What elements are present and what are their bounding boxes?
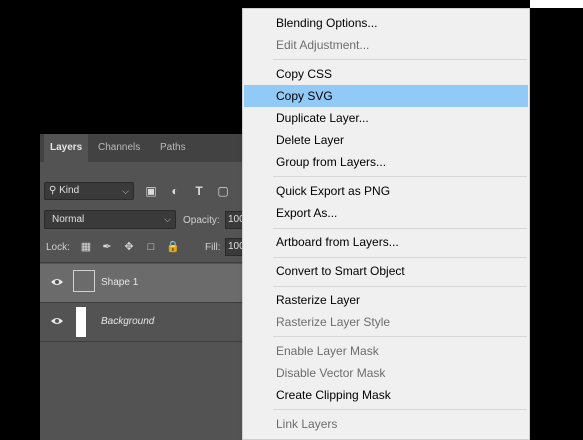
- menu-separator: [273, 59, 527, 60]
- chevron-down-icon: ⌵: [122, 186, 129, 196]
- shape-filter-icon[interactable]: ▢: [216, 184, 230, 198]
- shape-layer-thumbnail-icon: [73, 270, 95, 292]
- menu-item-enable-layer-mask: Enable Layer Mask: [276, 344, 379, 358]
- tab-channels[interactable]: Channels: [98, 134, 140, 162]
- lock-position-icon[interactable]: ✥: [122, 240, 136, 254]
- layer-name: Shape 1: [101, 277, 139, 288]
- lock-artboard-icon[interactable]: □: [144, 240, 158, 254]
- layer-name: Background: [101, 316, 155, 327]
- chevron-down-icon: ⌵: [164, 214, 171, 224]
- layer-row-shape-1[interactable]: Shape 1: [40, 264, 270, 302]
- background-layer-thumbnail: [76, 307, 86, 337]
- menu-item-link-layers: Link Layers: [276, 417, 338, 431]
- menu-separator: [273, 228, 527, 229]
- search-icon: ⚲: [49, 185, 57, 196]
- menu-item-artboard-from-layers[interactable]: Artboard from Layers...: [244, 231, 528, 253]
- canvas-edge: [530, 0, 583, 8]
- blend-mode-select[interactable]: Normal ⌵: [44, 210, 176, 229]
- menu-item-rasterize-layer[interactable]: Rasterize Layer: [244, 289, 528, 311]
- type-filter-icon[interactable]: T: [192, 184, 206, 198]
- menu-separator: [273, 286, 527, 287]
- menu-separator: [273, 257, 527, 258]
- layer-row-background[interactable]: Background: [40, 303, 270, 341]
- adjustment-filter-icon[interactable]: ◐: [168, 184, 182, 198]
- menu-item-blending-options[interactable]: Blending Options...: [244, 12, 528, 34]
- layer-context-menu: Blending Options... Edit Adjustment... C…: [242, 8, 530, 440]
- menu-item-disable-vector-mask: Disable Vector Mask: [276, 366, 386, 380]
- filter-kind-label: Kind: [59, 185, 80, 196]
- layers-panel: Layers Channels Paths ⚲ Kind ⌵ ▣ ◐ T ▢ N…: [40, 134, 270, 440]
- tab-paths[interactable]: Paths: [160, 134, 186, 162]
- eye-icon[interactable]: [50, 316, 64, 326]
- opacity-label: Opacity:: [183, 215, 220, 226]
- menu-item-convert-to-smart-object[interactable]: Convert to Smart Object: [244, 260, 528, 282]
- menu-separator: [273, 409, 527, 410]
- menu-item-delete-layer[interactable]: Delete Layer: [244, 129, 528, 151]
- eye-icon[interactable]: [50, 277, 64, 287]
- menu-item-copy-svg[interactable]: Copy SVG: [244, 85, 528, 107]
- menu-separator: [273, 176, 527, 177]
- menu-item-export-as[interactable]: Export As...: [244, 202, 528, 224]
- menu-item-quick-export-png[interactable]: Quick Export as PNG: [244, 180, 528, 202]
- pixel-filter-icon[interactable]: ▣: [144, 184, 158, 198]
- menu-separator: [273, 336, 527, 337]
- menu-item-group-from-layers[interactable]: Group from Layers...: [244, 151, 528, 173]
- divider: [40, 341, 270, 342]
- blend-mode-value: Normal: [52, 214, 85, 225]
- fill-label: Fill:: [205, 242, 221, 253]
- menu-item-rasterize-layer-style: Rasterize Layer Style: [276, 315, 391, 329]
- lock-label: Lock:: [46, 242, 70, 253]
- divider: [40, 262, 270, 263]
- lock-all-icon[interactable]: 🔒: [166, 240, 180, 254]
- lock-image-pixels-icon[interactable]: ✒: [100, 240, 114, 254]
- menu-item-edit-adjustment: Edit Adjustment...: [276, 38, 370, 52]
- menu-item-duplicate-layer[interactable]: Duplicate Layer...: [244, 107, 528, 129]
- lock-transparent-pixels-icon[interactable]: ▦: [79, 240, 93, 254]
- tab-layers[interactable]: Layers: [44, 134, 89, 162]
- filter-kind-select[interactable]: ⚲ Kind ⌵: [44, 182, 134, 200]
- menu-item-copy-css[interactable]: Copy CSS: [244, 63, 528, 85]
- menu-item-create-clipping-mask[interactable]: Create Clipping Mask: [244, 384, 528, 406]
- panel-tab-bar: Layers Channels Paths: [40, 134, 270, 162]
